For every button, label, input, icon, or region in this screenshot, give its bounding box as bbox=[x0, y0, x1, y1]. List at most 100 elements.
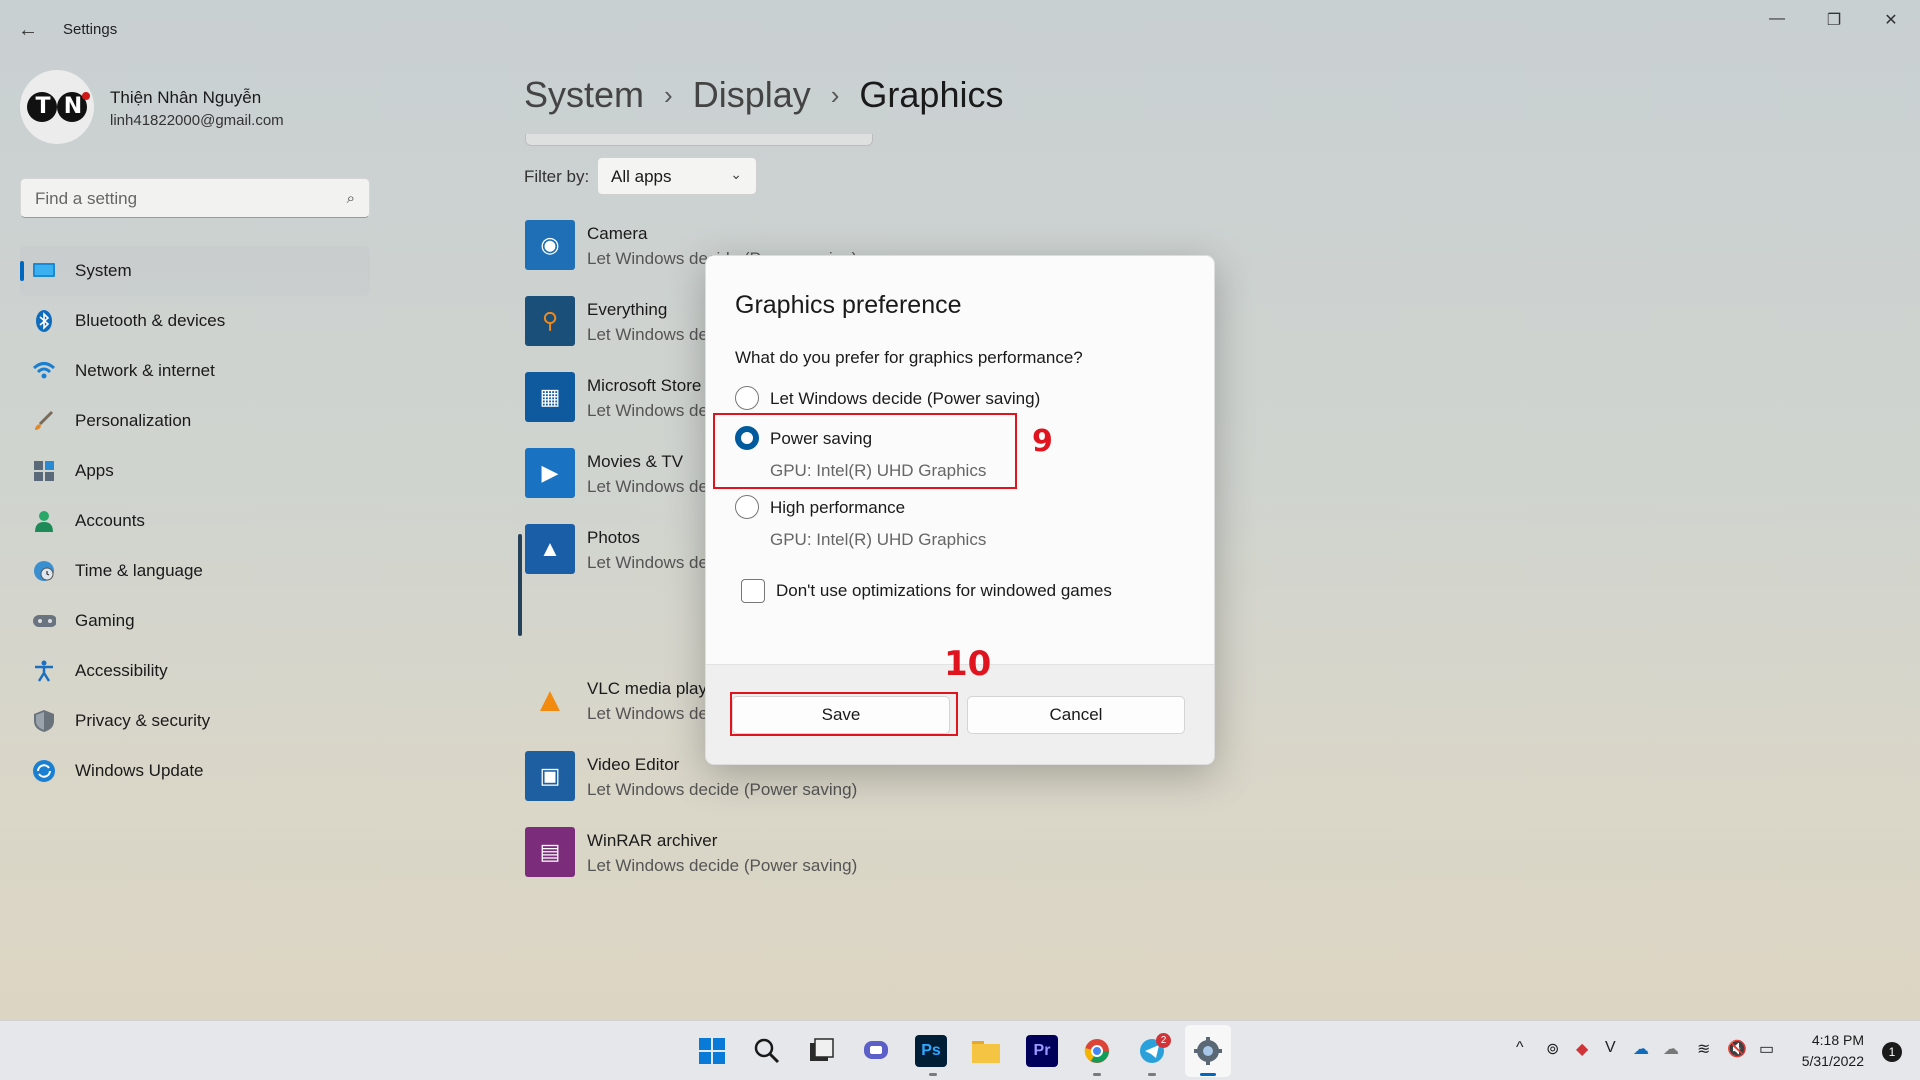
chat-icon[interactable] bbox=[860, 1035, 892, 1067]
running-indicator bbox=[1093, 1073, 1101, 1076]
profile-name: Thiện Nhân Nguyễn bbox=[110, 88, 262, 107]
window-title: Settings bbox=[63, 21, 118, 38]
filter-value: All apps bbox=[611, 167, 672, 186]
store-app-icon: ▦ bbox=[525, 372, 575, 422]
sidebar-item-windows-update[interactable]: Windows Update bbox=[20, 746, 370, 796]
sidebar-item-time-language[interactable]: Time & language bbox=[20, 546, 370, 596]
sidebar-item-label: System bbox=[75, 261, 132, 280]
annotation-box-power-saving bbox=[713, 413, 1017, 489]
dialog-question: What do you prefer for graphics performa… bbox=[735, 348, 1083, 367]
search-icon: ⌕ bbox=[346, 190, 355, 207]
search-input[interactable]: Find a setting ⌕ bbox=[20, 178, 370, 218]
sidebar-item-label: Accounts bbox=[75, 511, 145, 530]
radio-label: Let Windows decide (Power saving) bbox=[770, 389, 1041, 408]
sidebar-item-network[interactable]: Network & internet bbox=[20, 346, 370, 396]
profile-email: linh41822000@gmail.com bbox=[110, 112, 284, 129]
sidebar-item-label: Personalization bbox=[75, 411, 192, 430]
sidebar-item-label: Bluetooth & devices bbox=[75, 311, 226, 330]
windowed-games-checkbox[interactable] bbox=[741, 579, 765, 603]
clock-date[interactable]: 5/31/2022 bbox=[1802, 1053, 1864, 1069]
breadcrumb-display[interactable]: Display bbox=[693, 74, 811, 116]
running-indicator bbox=[929, 1073, 937, 1076]
filter-label: Filter by: bbox=[524, 167, 590, 186]
accessibility-icon bbox=[32, 659, 56, 683]
sidebar-item-privacy[interactable]: Privacy & security bbox=[20, 696, 370, 746]
tray-app-icon[interactable]: ⊚ bbox=[1546, 1039, 1559, 1059]
app-preference: Let Windows decide (Power saving) bbox=[587, 856, 858, 875]
sidebar-item-personalization[interactable]: Personalization bbox=[20, 396, 370, 446]
graphics-preference-dialog: Graphics preference What do you prefer f… bbox=[705, 255, 1215, 765]
radio-high-performance[interactable] bbox=[735, 495, 759, 519]
chrome-icon[interactable] bbox=[1081, 1035, 1113, 1067]
cancel-button[interactable]: Cancel bbox=[967, 696, 1185, 734]
search-icon[interactable] bbox=[751, 1035, 783, 1067]
running-indicator-active bbox=[1200, 1073, 1216, 1076]
start-icon[interactable] bbox=[696, 1035, 728, 1067]
everything-app-icon: ⚲ bbox=[525, 296, 575, 346]
breadcrumb-system[interactable]: System bbox=[524, 74, 644, 116]
sidebar-item-accessibility[interactable]: Accessibility bbox=[20, 646, 370, 696]
telegram-badge: 2 bbox=[1156, 1033, 1171, 1048]
app-name: Video Editor bbox=[587, 755, 680, 774]
photoshop-icon[interactable]: Ps bbox=[915, 1035, 947, 1067]
sidebar-item-bluetooth[interactable]: Bluetooth & devices bbox=[20, 296, 370, 346]
tray-app-icon[interactable]: ◆ bbox=[1576, 1039, 1588, 1059]
sidebar-nav: System Bluetooth & devices Network & int… bbox=[20, 246, 370, 796]
input-field-edge bbox=[525, 134, 873, 146]
settings-icon[interactable] bbox=[1192, 1035, 1224, 1067]
camera-app-icon: ◉ bbox=[525, 220, 575, 270]
brush-icon bbox=[32, 409, 56, 433]
chevron-right-icon: › bbox=[830, 79, 840, 110]
checkbox-label: Don't use optimizations for windowed gam… bbox=[776, 581, 1112, 600]
breadcrumb: System › Display › Graphics bbox=[524, 70, 1003, 120]
wifi-icon bbox=[32, 359, 56, 383]
task-view-icon[interactable] bbox=[805, 1035, 837, 1067]
person-icon bbox=[32, 509, 56, 533]
close-icon[interactable]: ✕ bbox=[1873, 10, 1909, 30]
tray-app-icon[interactable]: V bbox=[1605, 1039, 1616, 1057]
user-profile[interactable]: TN Thiện Nhân Nguyễn linh41822000@gmail.… bbox=[20, 70, 360, 146]
filter-dropdown[interactable]: All apps ⌄ bbox=[597, 157, 757, 195]
sidebar-item-gaming[interactable]: Gaming bbox=[20, 596, 370, 646]
shield-icon bbox=[32, 709, 56, 733]
monitor-icon bbox=[32, 259, 56, 283]
premiere-icon[interactable]: Pr bbox=[1026, 1035, 1058, 1067]
app-name: Movies & TV bbox=[587, 452, 684, 471]
taskbar: Ps Pr 2 ^ ⊚ ◆ V ☁ ☁ ≋ 🔇 ▭ 4:18 PM 5/31/2… bbox=[0, 1020, 1920, 1080]
file-explorer-icon[interactable] bbox=[970, 1035, 1002, 1067]
clock-time[interactable]: 4:18 PM bbox=[1812, 1032, 1864, 1048]
apps-icon bbox=[32, 459, 56, 483]
title-bar: ← Settings — ❐ ✕ bbox=[0, 0, 1920, 60]
bluetooth-icon bbox=[32, 309, 56, 333]
mute-icon[interactable]: 🔇 bbox=[1727, 1039, 1747, 1059]
annotation-step-10: 10 bbox=[944, 644, 992, 684]
chevron-down-icon: ⌄ bbox=[730, 166, 742, 182]
sidebar-item-label: Windows Update bbox=[75, 761, 204, 780]
minimize-icon[interactable]: — bbox=[1759, 10, 1795, 30]
radio-label: High performance bbox=[770, 498, 906, 517]
search-placeholder: Find a setting bbox=[35, 189, 138, 208]
globe-clock-icon bbox=[32, 559, 56, 583]
onedrive-icon[interactable]: ☁ bbox=[1663, 1039, 1679, 1059]
onedrive-icon[interactable]: ☁ bbox=[1633, 1039, 1649, 1059]
battery-icon[interactable]: ▭ bbox=[1759, 1039, 1774, 1059]
radio-let-windows-decide[interactable] bbox=[735, 386, 759, 410]
wifi-icon[interactable]: ≋ bbox=[1697, 1039, 1710, 1059]
winrar-app-icon: ▤ bbox=[525, 827, 575, 877]
avatar: TN bbox=[20, 70, 94, 144]
sidebar-item-accounts[interactable]: Accounts bbox=[20, 496, 370, 546]
app-name: VLC media player bbox=[587, 679, 723, 698]
sidebar-item-label: Accessibility bbox=[75, 661, 168, 680]
chevron-right-icon: › bbox=[664, 79, 673, 110]
sidebar-item-system[interactable]: System bbox=[20, 246, 370, 296]
back-arrow-icon[interactable]: ← bbox=[18, 18, 42, 42]
sidebar-item-label: Privacy & security bbox=[75, 711, 211, 730]
radio-sub: GPU: Intel(R) UHD Graphics bbox=[770, 530, 987, 549]
sidebar-item-apps[interactable]: Apps bbox=[20, 446, 370, 496]
chevron-up-icon[interactable]: ^ bbox=[1516, 1039, 1524, 1057]
list-item[interactable]: ▤ WinRAR archiver Let Windows decide (Po… bbox=[524, 827, 1224, 883]
video-editor-app-icon: ▣ bbox=[525, 751, 575, 801]
app-name: WinRAR archiver bbox=[587, 831, 718, 850]
restore-icon[interactable]: ❐ bbox=[1816, 10, 1852, 30]
notification-badge[interactable]: 1 bbox=[1882, 1042, 1902, 1062]
